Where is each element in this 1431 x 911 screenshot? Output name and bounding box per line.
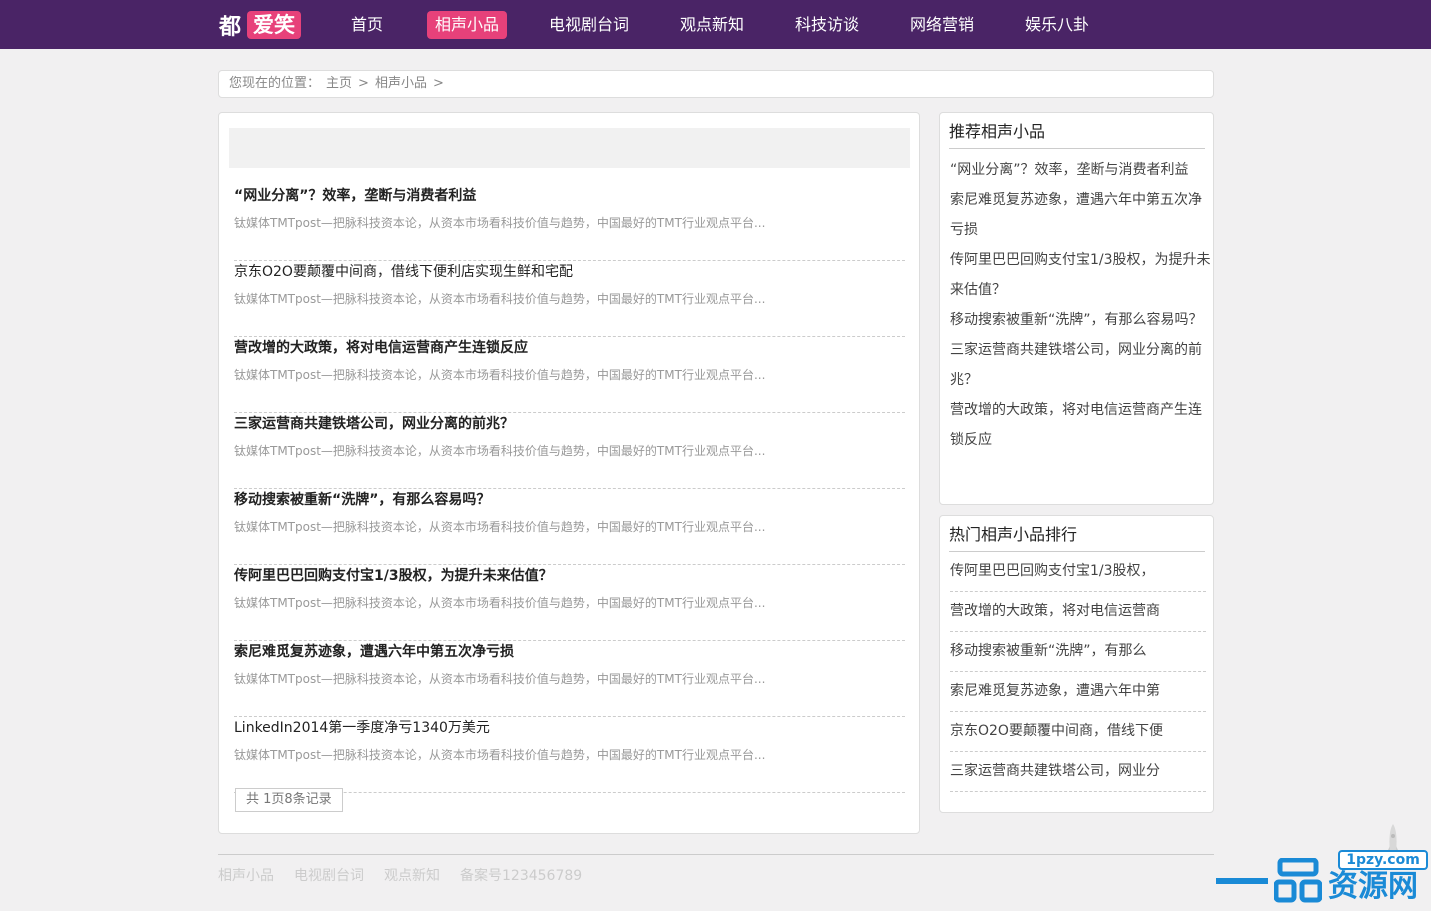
footer-icp: 备案号123456789: [460, 868, 583, 884]
site-logo[interactable]: 都 爱笑: [219, 10, 302, 40]
recommended-title: 推荐相声小品: [949, 121, 1205, 149]
hot-ranking-title: 热门相声小品排行: [949, 524, 1205, 552]
footer-divider: [218, 854, 1214, 855]
recommended-box: 推荐相声小品 “网业分离”？效率，垄断与消费者利益 索尼难觅复苏迹象，遭遇六年中…: [939, 112, 1214, 505]
nav-item-entertainment[interactable]: 娱乐八卦: [1025, 11, 1089, 39]
list-item: 三家运营商共建铁塔公司，网业分离的前兆？ 钛媒体TMTpost—把脉科技资本论，…: [234, 413, 905, 489]
list-item: “网业分离”？效率，垄断与消费者利益 钛媒体TMTpost—把脉科技资本论，从资…: [234, 185, 905, 261]
article-summary: 钛媒体TMTpost—把脉科技资本论，从资本市场看科技价值与趋势，中国最好的TM…: [234, 368, 766, 382]
nav-item-tech-interviews[interactable]: 科技访谈: [795, 11, 859, 39]
footer: 相声小品 电视剧台词 观点新知 备案号123456789: [218, 865, 582, 885]
article-summary: 钛媒体TMTpost—把脉科技资本论，从资本市场看科技价值与趋势，中国最好的TM…: [234, 596, 766, 610]
footer-link-crosstalk[interactable]: 相声小品: [218, 865, 274, 885]
recommended-item[interactable]: 索尼难觅复苏迹象，遭遇六年中第五次净亏损: [950, 185, 1212, 245]
watermark-pin-icon: [1273, 857, 1323, 904]
article-summary: 钛媒体TMTpost—把脉科技资本论，从资本市场看科技价值与趋势，中国最好的TM…: [234, 520, 766, 534]
footer-link-tv-lines[interactable]: 电视剧台词: [294, 865, 364, 885]
hot-ranking-item[interactable]: 索尼难觅复苏迹象，遭遇六年中第: [950, 672, 1206, 712]
hot-ranking-item[interactable]: 传阿里巴巴回购支付宝1/3股权，: [950, 552, 1206, 592]
logo-main-text: 都: [219, 15, 242, 40]
list-item: LinkedIn2014第一季度净亏1340万美元 钛媒体TMTpost—把脉科…: [234, 717, 905, 793]
article-title-link[interactable]: 传阿里巴巴回购支付宝1/3股权，为提升未来估值？: [234, 565, 553, 585]
recommended-item[interactable]: 移动搜索被重新“洗牌”，有那么容易吗？: [950, 305, 1212, 335]
list-item: 京东O2O要颠覆中间商，借线下便利店实现生鲜和宅配 钛媒体TMTpost—把脉科…: [234, 261, 905, 337]
watermark-text: 资源网: [1328, 869, 1418, 904]
article-title-link[interactable]: LinkedIn2014第一季度净亏1340万美元: [234, 717, 490, 737]
list-banner: [229, 128, 910, 168]
breadcrumb-current-link[interactable]: 相声小品: [375, 71, 427, 97]
article-summary: 钛媒体TMTpost—把脉科技资本论，从资本市场看科技价值与趋势，中国最好的TM…: [234, 292, 766, 306]
recommended-item[interactable]: 传阿里巴巴回购支付宝1/3股权，为提升未来估值？: [950, 245, 1212, 305]
article-summary: 钛媒体TMTpost—把脉科技资本论，从资本市场看科技价值与趋势，中国最好的TM…: [234, 216, 766, 230]
hot-ranking-box: 热门相声小品排行 传阿里巴巴回购支付宝1/3股权， 营改增的大政策，将对电信运营…: [939, 515, 1214, 813]
list-item: 移动搜索被重新“洗牌”，有那么容易吗？ 钛媒体TMTpost—把脉科技资本论，从…: [234, 489, 905, 565]
nav-item-tv-lines[interactable]: 电视剧台词: [549, 11, 629, 39]
logo-tag-text: 爱笑: [247, 11, 302, 39]
breadcrumb-separator: >: [358, 76, 369, 91]
watermark-logo: 1pzy.com 资源网: [1216, 848, 1428, 908]
article-title-link[interactable]: 移动搜索被重新“洗牌”，有那么容易吗？: [234, 489, 490, 509]
breadcrumb-separator: >: [432, 76, 444, 91]
article-title-link[interactable]: 索尼难觅复苏迹象，遭遇六年中第五次净亏损: [234, 641, 514, 661]
recommended-item[interactable]: 营改增的大政策，将对电信运营商产生连锁反应: [950, 395, 1212, 455]
pagination-info: 共 1页8条记录: [235, 788, 343, 812]
list-item: 索尼难觅复苏迹象，遭遇六年中第五次净亏损 钛媒体TMTpost—把脉科技资本论，…: [234, 641, 905, 717]
nav-item-home[interactable]: 首页: [351, 11, 383, 39]
hot-ranking-list: 传阿里巴巴回购支付宝1/3股权， 营改增的大政策，将对电信运营商 移动搜索被重新…: [950, 552, 1206, 792]
article-title-link[interactable]: 三家运营商共建铁塔公司，网业分离的前兆？: [234, 413, 514, 433]
hot-ranking-item[interactable]: 京东O2O要颠覆中间商，借线下便: [950, 712, 1206, 752]
hot-ranking-item[interactable]: 营改增的大政策，将对电信运营商: [950, 592, 1206, 632]
hot-ranking-item[interactable]: 三家运营商共建铁塔公司，网业分: [950, 752, 1206, 792]
list-item: 传阿里巴巴回购支付宝1/3股权，为提升未来估值？ 钛媒体TMTpost—把脉科技…: [234, 565, 905, 641]
article-summary: 钛媒体TMTpost—把脉科技资本论，从资本市场看科技价值与趋势，中国最好的TM…: [234, 672, 766, 686]
nav-item-web-marketing[interactable]: 网络营销: [910, 11, 974, 39]
recommended-item[interactable]: 三家运营商共建铁塔公司，网业分离的前兆？: [950, 335, 1212, 395]
breadcrumb-prefix: 您现在的位置：: [229, 76, 321, 91]
breadcrumb: 您现在的位置： 主页 > 相声小品 >: [218, 70, 1214, 98]
nav-item-crosstalk[interactable]: 相声小品: [427, 11, 508, 39]
list-item: 营改增的大政策，将对电信运营商产生连锁反应 钛媒体TMTpost—把脉科技资本论…: [234, 337, 905, 413]
footer-link-opinions[interactable]: 观点新知: [384, 865, 440, 885]
recommended-item[interactable]: “网业分离”？效率，垄断与消费者利益: [950, 155, 1212, 185]
article-title-link[interactable]: “网业分离”？效率，垄断与消费者利益: [234, 185, 476, 205]
watermark-site: 1pzy.com: [1338, 850, 1428, 870]
top-navigation-bar: 都 爱笑 首页 相声小品 电视剧台词 观点新知 科技访谈 网络营销 娱乐八卦: [0, 0, 1431, 49]
breadcrumb-home-link[interactable]: 主页: [326, 71, 352, 97]
recommended-list: “网业分离”？效率，垄断与消费者利益 索尼难觅复苏迹象，遭遇六年中第五次净亏损 …: [950, 155, 1212, 455]
article-list-panel: “网业分离”？效率，垄断与消费者利益 钛媒体TMTpost—把脉科技资本论，从资…: [218, 112, 920, 834]
article-title-link[interactable]: 营改增的大政策，将对电信运营商产生连锁反应: [234, 337, 528, 357]
watermark-stroke: [1216, 878, 1268, 884]
article-summary: 钛媒体TMTpost—把脉科技资本论，从资本市场看科技价值与趋势，中国最好的TM…: [234, 444, 766, 458]
nav-item-opinions[interactable]: 观点新知: [680, 11, 744, 39]
hot-ranking-item[interactable]: 移动搜索被重新“洗牌”，有那么: [950, 632, 1206, 672]
article-summary: 钛媒体TMTpost—把脉科技资本论，从资本市场看科技价值与趋势，中国最好的TM…: [234, 748, 766, 762]
article-title-link[interactable]: 京东O2O要颠覆中间商，借线下便利店实现生鲜和宅配: [234, 261, 573, 281]
